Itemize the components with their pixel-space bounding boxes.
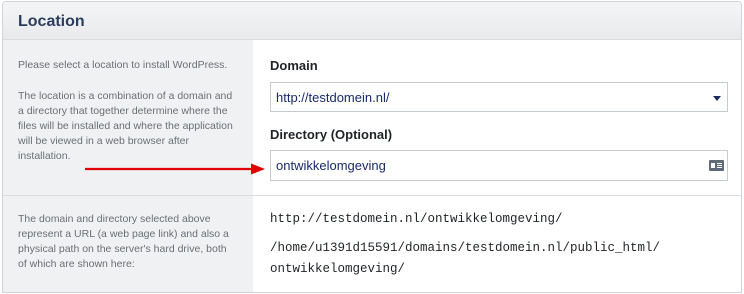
help-line: The domain and directory selected above (18, 213, 211, 225)
install-path-line: ontwikkelomgeving/ (270, 262, 406, 276)
directory-label: Directory (Optional) (270, 127, 393, 142)
section-title: Location (18, 13, 85, 30)
directory-input[interactable]: ontwikkelomgeving (270, 150, 728, 181)
help-line: of which are shown here: (18, 258, 135, 270)
id-card-icon (709, 160, 724, 171)
arrow-head (251, 163, 265, 175)
chevron-down-icon[interactable] (713, 96, 721, 101)
install-url: http://testdomein.nl/ontwikkelomgeving/ (270, 212, 563, 226)
help-line: will be viewed in a web browser after (18, 135, 189, 147)
panel-header: Location (3, 2, 741, 40)
location-row: Please select a location to install Word… (3, 40, 741, 196)
help-line: files will be installed and where the ap… (18, 120, 233, 132)
help-line: a directory that together determine wher… (18, 105, 228, 117)
red-arrow-annotation (85, 163, 265, 175)
help-description: The location is a combination of a domai… (18, 89, 242, 164)
help-line: The location is a combination of a domai… (18, 90, 233, 102)
location-panel: Location Please select a location to ins… (2, 1, 742, 293)
install-path-line: /home/u1391d15591/domains/testdomein.nl/… (270, 241, 661, 255)
summary-help-column: The domain and directory selected above … (3, 196, 253, 292)
install-path: /home/u1391d15591/domains/testdomein.nl/… (270, 238, 660, 280)
domain-select[interactable]: http://testdomein.nl/ (270, 82, 728, 112)
summary-row: The domain and directory selected above … (3, 196, 741, 292)
directory-input-value: ontwikkelomgeving (276, 158, 386, 173)
help-line: physical path on the server's hard drive… (18, 243, 227, 255)
summary-help: The domain and directory selected above … (18, 212, 242, 272)
domain-select-value: http://testdomein.nl/ (276, 90, 390, 105)
help-intro: Please select a location to install Word… (18, 59, 228, 71)
help-line: represent a URL (a web page link) and al… (18, 228, 229, 240)
domain-label: Domain (270, 58, 318, 73)
